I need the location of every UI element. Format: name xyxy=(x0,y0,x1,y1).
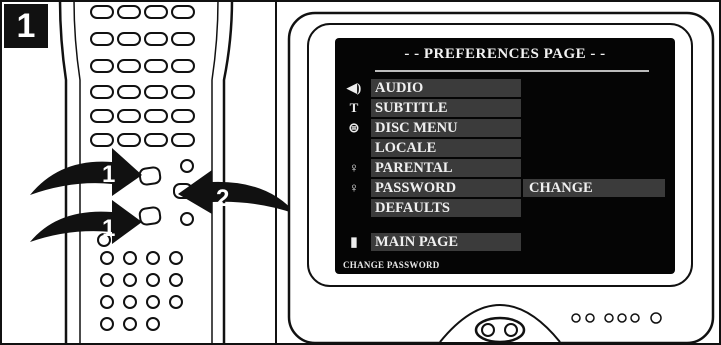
menu-item-subtitle[interactable]: T SUBTITLE xyxy=(335,99,675,117)
arrow-label-2: 2 xyxy=(216,185,229,212)
menu-item-parental[interactable]: ♀ PARENTAL xyxy=(335,159,675,177)
menu-item-label: PARENTAL xyxy=(375,160,453,176)
status-text: CHANGE PASSWORD xyxy=(343,260,440,270)
menu-item-label: SUBTITLE xyxy=(375,100,448,116)
menu-item-defaults[interactable]: DEFAULTS xyxy=(335,199,675,217)
blank-icon xyxy=(345,199,363,217)
submenu-change[interactable]: CHANGE xyxy=(523,179,665,197)
arrow-2 xyxy=(178,170,296,214)
subtitle-icon: T xyxy=(349,100,359,115)
menu-item-label: MAIN PAGE xyxy=(375,234,459,250)
arrow-label-1-lower: 1 xyxy=(102,215,115,242)
disc-menu-icon: ⊜ xyxy=(348,120,360,135)
arrow-label-1-upper: 1 xyxy=(102,161,115,188)
blank-icon xyxy=(345,139,363,157)
menu-item-password[interactable]: ♀ PASSWORD CHANGE xyxy=(335,179,675,197)
menu-item-main-page[interactable]: ▮ MAIN PAGE xyxy=(335,233,675,251)
menu-item-locale[interactable]: LOCALE xyxy=(335,139,675,157)
menu-item-disc-menu[interactable]: ⊜ DISC MENU xyxy=(335,119,675,137)
menu-item-label: AUDIO xyxy=(375,80,424,96)
menu-item-label: LOCALE xyxy=(375,140,437,156)
arrow-1-upper xyxy=(30,148,142,196)
menu-item-label: PASSWORD xyxy=(375,180,457,196)
menu-item-audio[interactable]: ◀) AUDIO xyxy=(335,79,675,97)
key-icon: ♀ xyxy=(349,180,359,195)
speaker-icon: ◀) xyxy=(346,80,362,95)
step-number: 1 xyxy=(4,4,48,48)
door-icon: ▮ xyxy=(350,234,358,249)
submenu-label: CHANGE xyxy=(529,180,593,196)
key-icon: ♀ xyxy=(349,160,359,175)
title-divider xyxy=(375,70,649,72)
arrow-1-lower xyxy=(30,200,142,244)
menu-title: - - PREFERENCES PAGE - - xyxy=(404,46,606,62)
menu-item-label: DISC MENU xyxy=(375,120,458,136)
menu-item-label: DEFAULTS xyxy=(375,200,450,216)
osd-screen: - - PREFERENCES PAGE - - ◀) AUDIO T SUBT… xyxy=(335,38,675,274)
